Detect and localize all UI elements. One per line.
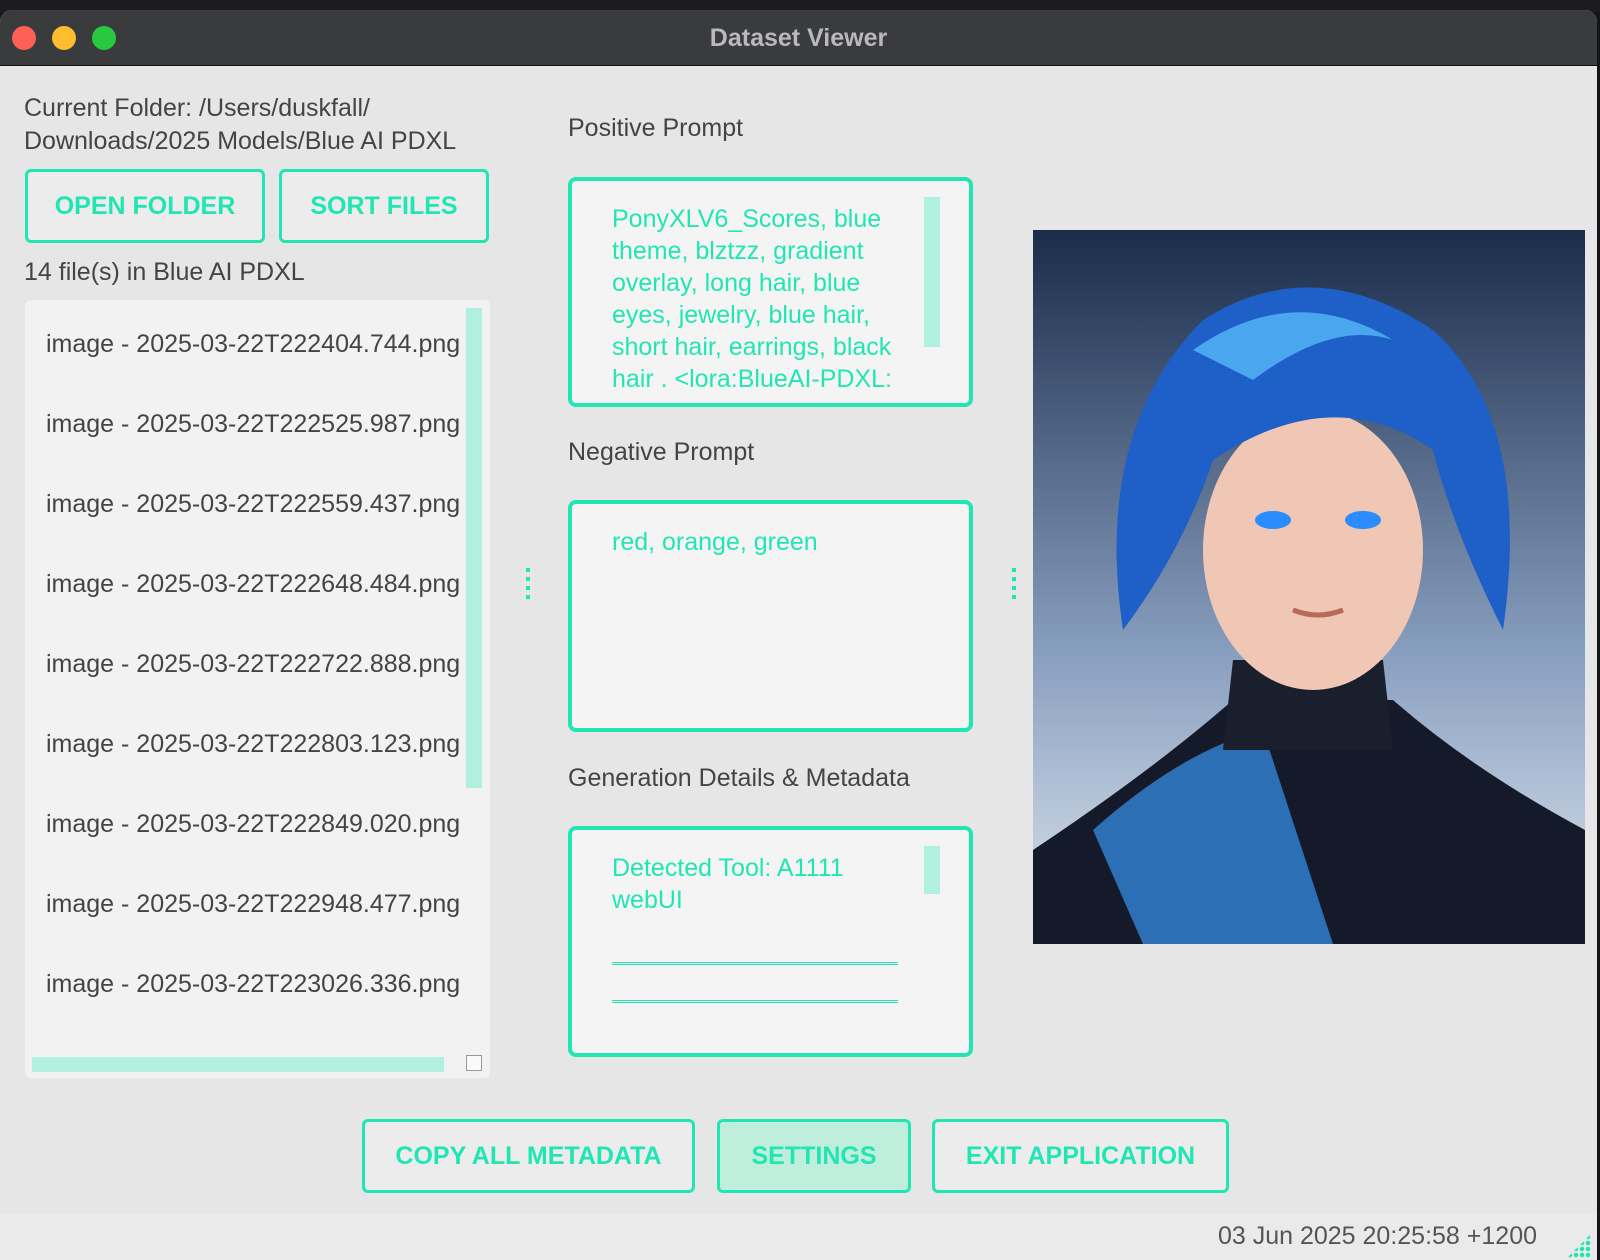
positive-prompt-box[interactable]: PonyXLV6_Scores, blue theme, blztzz, gra… <box>568 177 973 407</box>
separator-line <box>612 1000 898 1003</box>
file-list-item[interactable]: image - 2025-03-22T222948.477.png <box>46 890 466 919</box>
resize-grip-icon[interactable] <box>1567 1234 1591 1258</box>
file-list-item[interactable]: image - 2025-03-22T222559.437.png <box>46 490 466 519</box>
negative-prompt-text: red, orange, green <box>612 528 818 556</box>
negative-prompt-box[interactable]: red, orange, green <box>568 500 973 732</box>
sort-files-button[interactable]: SORT FILES <box>279 169 489 243</box>
file-list-item[interactable]: image - 2025-03-22T222525.987.png <box>46 410 466 439</box>
title-bar: Dataset Viewer <box>0 10 1597 66</box>
separator-line <box>612 962 898 965</box>
file-list-vertical-scrollbar[interactable] <box>466 308 482 788</box>
file-count-label: 14 file(s) in Blue AI PDXL <box>24 258 305 286</box>
right-splitter-handle[interactable] <box>1012 568 1016 604</box>
app-window: Dataset Viewer Current Folder: /Users/du… <box>0 10 1597 1260</box>
positive-prompt-text: PonyXLV6_Scores, blue theme, blztzz, gra… <box>612 205 892 393</box>
settings-button[interactable]: SETTINGS <box>717 1119 911 1193</box>
file-list-item[interactable]: image - 2025-03-22T222849.020.png <box>46 810 466 839</box>
file-list[interactable]: image - 2025-03-22T223026.336.png image -… <box>25 300 490 1078</box>
scroll-corner <box>466 1055 482 1071</box>
file-list-item[interactable]: image - 2025-03-22T222648.484.png <box>46 570 466 599</box>
file-list-item[interactable]: image - 2025-03-22T223026.336.png <box>46 970 466 999</box>
window-title: Dataset Viewer <box>709 24 888 52</box>
generation-details-label: Generation Details & Metadata <box>568 764 910 792</box>
exit-application-button[interactable]: EXIT APPLICATION <box>932 1119 1229 1193</box>
current-folder-line2: Downloads/2025 Models/Blue AI PDXL <box>24 127 457 155</box>
image-preview <box>1033 230 1585 944</box>
file-list-horizontal-scrollbar[interactable] <box>32 1057 444 1072</box>
generation-details-scrollbar[interactable] <box>924 846 940 894</box>
status-datetime: 03 Jun 2025 20:25:58 +1200 <box>1217 1222 1537 1250</box>
current-folder-label: Current Folder: /Users/duskfall/ Downloa… <box>24 92 456 158</box>
status-bar: 03 Jun 2025 20:25:58 +1200 <box>0 1214 1597 1260</box>
copy-all-metadata-button[interactable]: COPY ALL METADATA <box>362 1119 695 1193</box>
file-list-item[interactable]: image - 2025-03-22T222803.123.png <box>46 730 466 759</box>
generation-details-box[interactable]: Detected Tool: A1111 webUI <box>568 826 973 1057</box>
left-splitter-handle[interactable] <box>526 568 530 604</box>
file-list-item[interactable]: image - 2025-03-22T222404.744.png <box>46 330 466 359</box>
positive-prompt-label: Positive Prompt <box>568 114 744 142</box>
current-folder-line1: Current Folder: /Users/duskfall/ <box>24 94 370 122</box>
positive-prompt-scrollbar[interactable] <box>924 197 940 347</box>
negative-prompt-label: Negative Prompt <box>568 438 755 466</box>
file-list-item[interactable]: image - 2025-03-22T222722.888.png <box>46 650 466 679</box>
generation-details-text: Detected Tool: A1111 webUI <box>612 854 844 914</box>
open-folder-button[interactable]: OPEN FOLDER <box>25 169 265 243</box>
